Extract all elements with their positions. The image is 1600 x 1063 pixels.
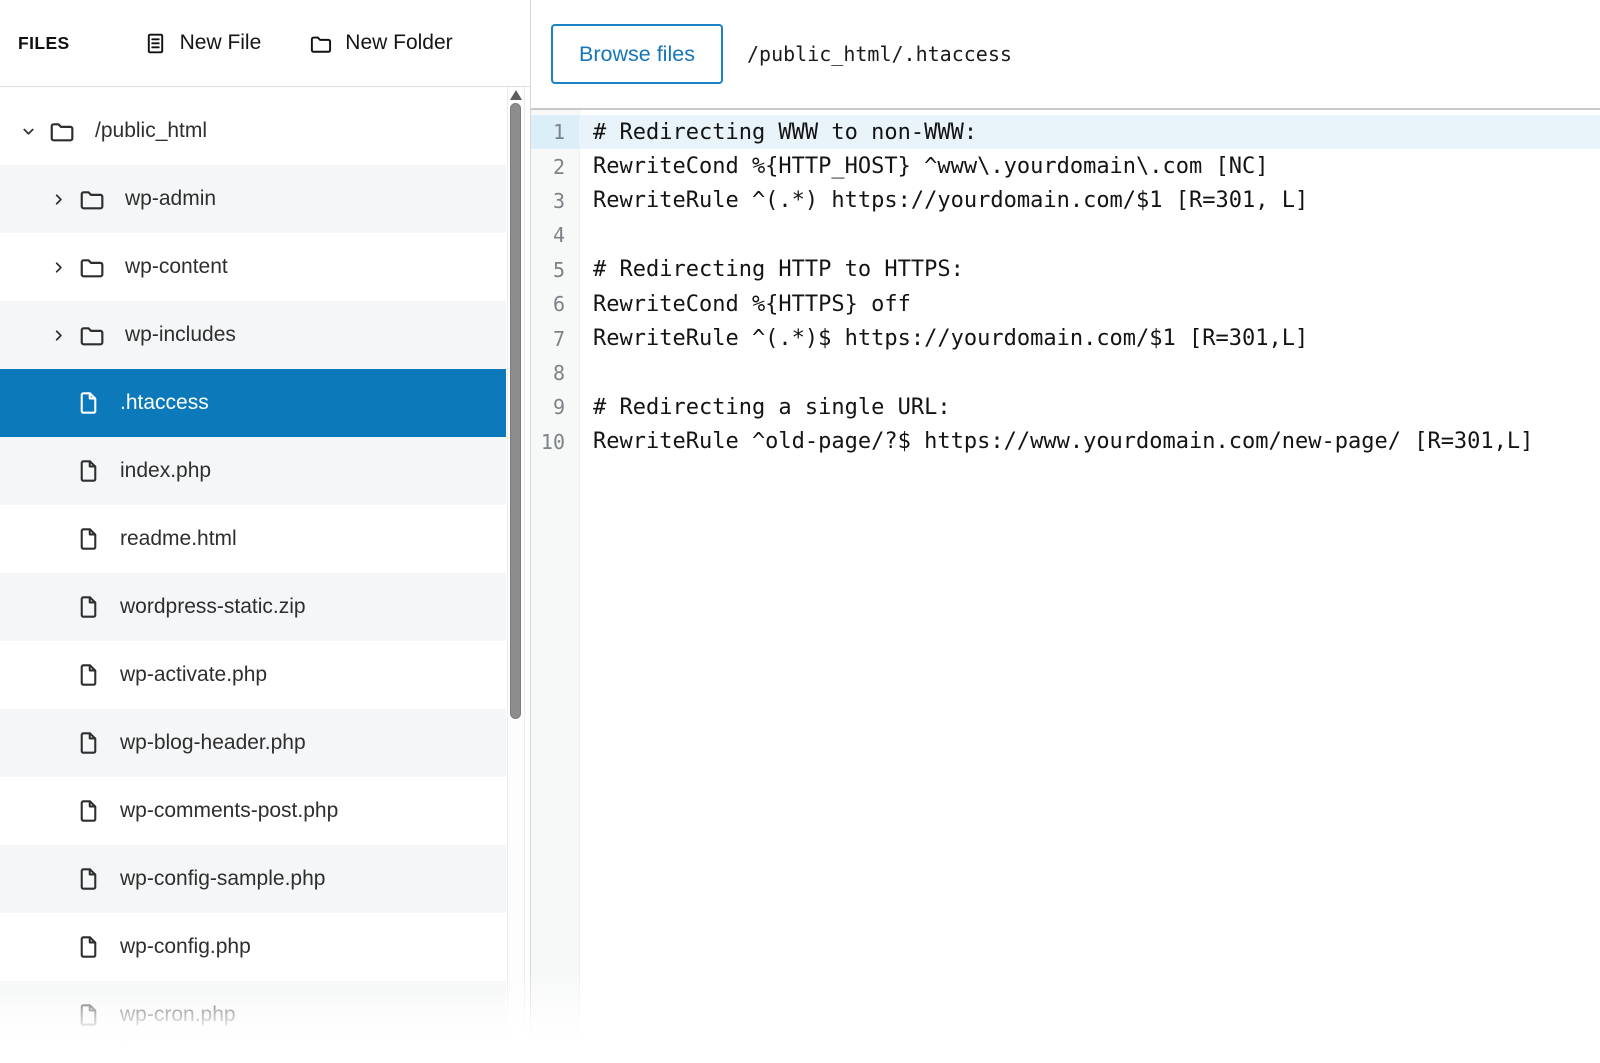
tree-item-label: wp-blog-header.php [120, 731, 306, 755]
tree-item-label: wp-config-sample.php [120, 867, 325, 891]
code-line[interactable]: 2 RewriteCond %{HTTP_HOST} ^www\.yourdom… [531, 149, 1600, 183]
new-file-button[interactable]: New File [144, 31, 262, 55]
tree-item-label: wp-config.php [120, 935, 251, 959]
tree-item-label: wp-activate.php [120, 663, 267, 687]
tree-file-readme-html[interactable]: readme.html [0, 505, 506, 573]
file-icon [76, 593, 101, 621]
code-line[interactable]: 7 RewriteRule ^(.*)$ https://yourdomain.… [531, 321, 1600, 355]
folder-icon [47, 118, 76, 144]
sidebar-header: FILES New File New Folder [0, 0, 530, 87]
tree-file-wp-blog-header-php[interactable]: wp-blog-header.php [0, 709, 506, 777]
folder-icon [77, 254, 106, 280]
new-folder-icon [309, 32, 332, 55]
tree-item-label: wp-admin [125, 187, 216, 211]
code-line[interactable]: 8 [531, 356, 1600, 390]
line-number: 9 [531, 390, 579, 424]
code-line[interactable]: 6 RewriteCond %{HTTPS} off [531, 287, 1600, 321]
code-line[interactable]: 3 RewriteRule ^(.*) https://yourdomain.c… [531, 184, 1600, 218]
tree-item-label: readme.html [120, 527, 237, 551]
file-manager-app: FILES New File New Folder /public_html [0, 0, 1600, 1063]
line-number: 8 [531, 356, 579, 390]
code-line-text: RewriteCond %{HTTP_HOST} ^www\.yourdomai… [579, 154, 1600, 179]
tree-item-label: .htaccess [120, 391, 209, 415]
code-line-text: # Redirecting a single URL: [579, 395, 1600, 420]
folder-icon [77, 186, 106, 212]
line-number: 3 [531, 184, 579, 218]
new-file-label: New File [180, 31, 262, 55]
file-path: /public_html/.htaccess [747, 42, 1012, 66]
file-icon [76, 729, 101, 757]
code-line-text: RewriteCond %{HTTPS} off [579, 292, 1600, 317]
code-line[interactable]: 9 # Redirecting a single URL: [531, 390, 1600, 424]
line-number: 4 [531, 218, 579, 252]
tree-file-wp-comments-post-php[interactable]: wp-comments-post.php [0, 777, 506, 845]
code-line[interactable]: 5 # Redirecting HTTP to HTTPS: [531, 253, 1600, 287]
file-icon [76, 389, 101, 417]
line-number: 1 [531, 115, 579, 149]
tree-item-label: wp-includes [125, 323, 236, 347]
folder-icon [77, 322, 106, 348]
editor-header: Browse files /public_html/.htaccess [531, 0, 1600, 110]
tree-file-wp-activate-php[interactable]: wp-activate.php [0, 641, 506, 709]
code-line-text: RewriteRule ^(.*)$ https://yourdomain.co… [579, 326, 1600, 351]
new-folder-button[interactable]: New Folder [309, 31, 452, 55]
file-icon [76, 525, 101, 553]
tree-item-label: /public_html [95, 119, 207, 143]
chevron-right-icon [50, 191, 67, 208]
chevron-down-icon [20, 123, 37, 140]
tree-folder-wp-admin[interactable]: wp-admin [0, 165, 506, 233]
code-lines: 1 # Redirecting WWW to non-WWW: 2 Rewrit… [531, 115, 1600, 459]
line-number: 7 [531, 321, 579, 355]
tree-item-label: wordpress-static.zip [120, 595, 306, 619]
line-number: 2 [531, 149, 579, 183]
new-file-icon [144, 32, 167, 55]
tree-item-label: wp-comments-post.php [120, 799, 338, 823]
line-number: 5 [531, 253, 579, 287]
code-line-text: RewriteRule ^(.*) https://yourdomain.com… [579, 188, 1600, 213]
file-icon [76, 661, 101, 689]
tree-file-htaccess[interactable]: .htaccess [0, 369, 506, 437]
sidebar: FILES New File New Folder /public_html [0, 0, 530, 1063]
chevron-right-icon [50, 259, 67, 276]
tree-file-wordpress-static-zip[interactable]: wordpress-static.zip [0, 573, 506, 641]
line-number: 10 [531, 425, 579, 459]
new-folder-label: New Folder [345, 31, 452, 55]
chevron-right-icon [50, 327, 67, 344]
file-icon [76, 933, 101, 961]
tree-file-wp-config-php[interactable]: wp-config.php [0, 913, 506, 981]
scrollbar-thumb[interactable] [510, 103, 521, 719]
editor-panel: Browse files /public_html/.htaccess 1 # … [530, 0, 1600, 1063]
tree-folder-wp-content[interactable]: wp-content [0, 233, 506, 301]
file-icon [76, 457, 101, 485]
file-icon [76, 865, 101, 893]
code-line[interactable]: 10 RewriteRule ^old-page/?$ https://www.… [531, 425, 1600, 459]
tree-folder-public-html[interactable]: /public_html [0, 97, 506, 165]
tree-file-index-php[interactable]: index.php [0, 437, 506, 505]
tree-folder-wp-includes[interactable]: wp-includes [0, 301, 506, 369]
tree-item-label: wp-cron.php [120, 1003, 236, 1027]
code-line[interactable]: 4 [531, 218, 1600, 252]
code-line-text: # Redirecting WWW to non-WWW: [579, 120, 1600, 145]
code-line[interactable]: 1 # Redirecting WWW to non-WWW: [531, 115, 1600, 149]
line-number: 6 [531, 287, 579, 321]
code-editor[interactable]: 1 # Redirecting WWW to non-WWW: 2 Rewrit… [531, 110, 1600, 1063]
browse-files-button[interactable]: Browse files [551, 24, 723, 84]
tree-file-wp-cron-php[interactable]: wp-cron.php [0, 981, 506, 1049]
code-line-text: RewriteRule ^old-page/?$ https://www.you… [579, 429, 1600, 454]
scroll-up-arrow[interactable] [510, 90, 522, 100]
file-icon [76, 1001, 101, 1029]
tree-file-wp-config-sample-php[interactable]: wp-config-sample.php [0, 845, 506, 913]
code-line-text: # Redirecting HTTP to HTTPS: [579, 257, 1600, 282]
file-tree: /public_html wp-admin wp-content wp [0, 87, 506, 1049]
sidebar-scrollbar[interactable] [507, 87, 525, 1063]
file-icon [76, 797, 101, 825]
files-heading: FILES [18, 33, 70, 54]
tree-item-label: wp-content [125, 255, 228, 279]
tree-item-label: index.php [120, 459, 211, 483]
